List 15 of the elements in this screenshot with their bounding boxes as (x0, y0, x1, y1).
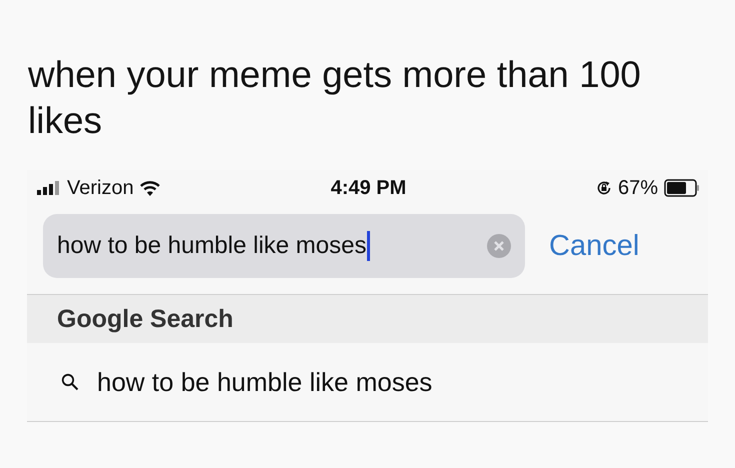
search-suggestion[interactable]: how to be humble like moses (27, 343, 708, 422)
clear-icon[interactable] (487, 234, 511, 258)
carrier-name: Verizon (67, 176, 134, 200)
search-field[interactable]: how to be humble like moses (43, 214, 525, 278)
status-time: 4:49 PM (330, 176, 406, 200)
text-cursor (366, 231, 370, 261)
battery-icon (664, 179, 700, 197)
cancel-button[interactable]: Cancel (549, 230, 640, 262)
rotation-lock-icon (596, 180, 612, 196)
signal-icon (37, 181, 61, 195)
wifi-icon (140, 180, 160, 196)
battery-percent: 67% (618, 176, 658, 200)
section-header: Google Search (27, 295, 708, 343)
meme-caption: when your meme gets more than 100 likes (27, 53, 642, 143)
search-icon (61, 373, 79, 391)
